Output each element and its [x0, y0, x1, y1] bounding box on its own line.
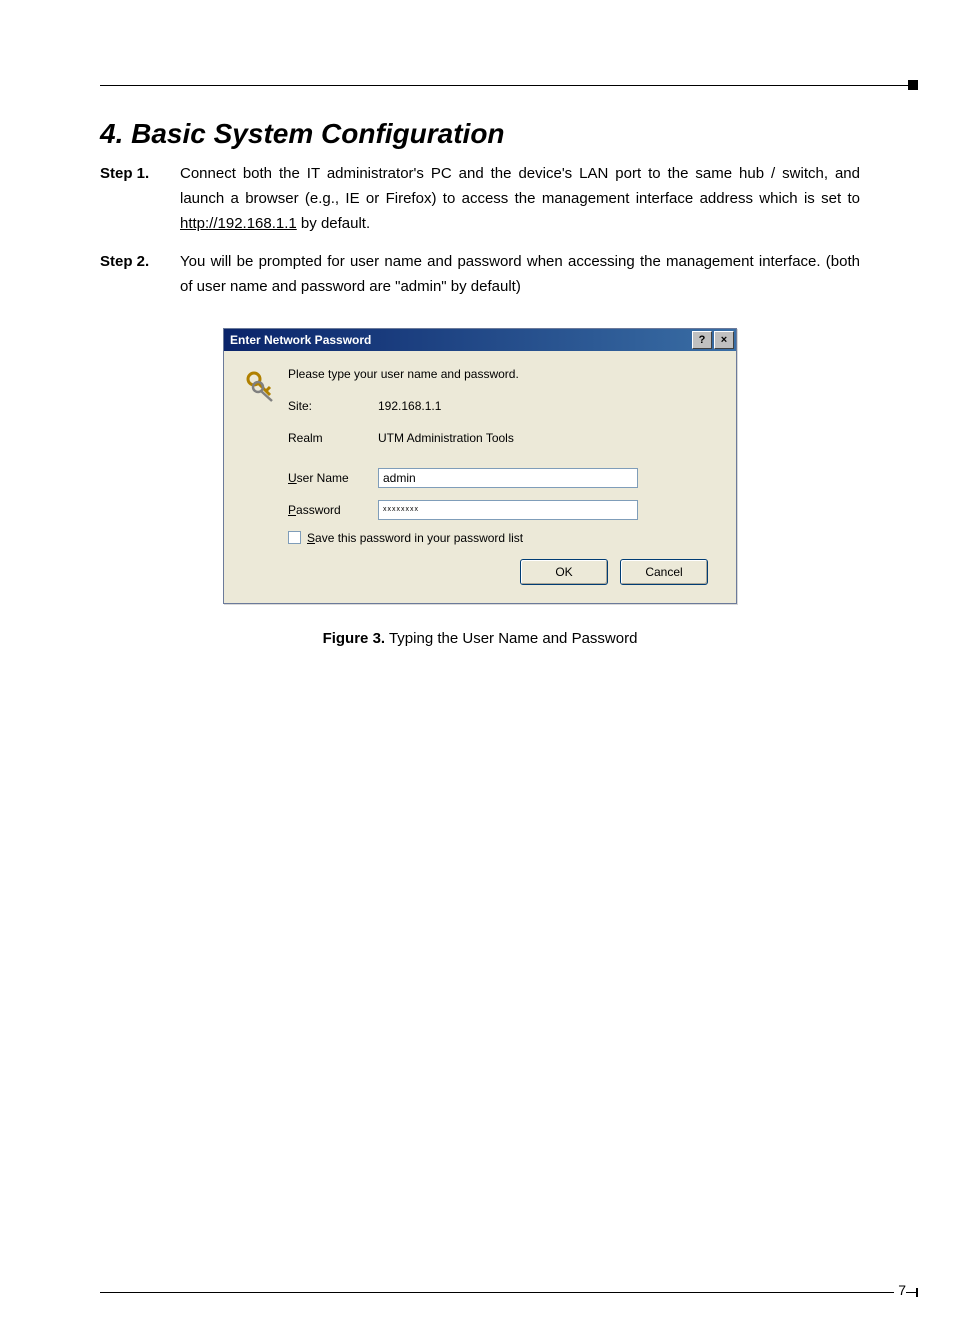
section-title: 4. Basic System Configuration [100, 118, 860, 150]
cancel-button[interactable]: Cancel [620, 559, 708, 585]
keys-icon [244, 367, 282, 406]
step-2-text: You will be prompted for user name and p… [180, 250, 860, 300]
figure-label: Figure 3. [323, 630, 386, 647]
titlebar-close-button[interactable]: × [714, 331, 734, 349]
dialog-titlebar: Enter Network Password ? × [224, 329, 736, 351]
titlebar-help-button[interactable]: ? [692, 331, 712, 349]
page-content: 4. Basic System Configuration Step 1. Co… [100, 118, 860, 647]
password-label: Password [288, 503, 378, 517]
management-url: http://192.168.1.1 [180, 215, 297, 232]
header-rule [100, 85, 918, 95]
step-1-text-after: by default. [297, 215, 370, 232]
header-end-marker [908, 80, 918, 90]
dialog-title: Enter Network Password [230, 333, 371, 347]
footer: 7 [100, 1292, 918, 1293]
save-password-checkbox[interactable] [288, 531, 301, 544]
save-password-label: Save this password in your password list [307, 531, 523, 545]
site-value: 192.168.1.1 [378, 399, 716, 413]
password-input[interactable]: xxxxxxxx [378, 500, 638, 520]
enter-network-password-dialog: Enter Network Password ? × [223, 328, 737, 604]
step-1: Step 1. Connect both the IT administrato… [100, 162, 860, 236]
footer-end-marker [916, 1288, 918, 1297]
username-input[interactable]: admin [378, 468, 638, 488]
figure-text: Typing the User Name and Password [385, 630, 637, 647]
username-label: User Name [288, 471, 378, 485]
realm-value: UTM Administration Tools [378, 431, 716, 445]
step-2: Step 2. You will be prompted for user na… [100, 250, 860, 300]
ok-button[interactable]: OK [520, 559, 608, 585]
realm-label: Realm [288, 431, 378, 445]
help-icon: ? [699, 334, 706, 346]
step-1-text: Connect both the IT administrator's PC a… [180, 162, 860, 236]
page-number: 7 [894, 1282, 906, 1298]
site-label: Site: [288, 399, 378, 413]
dialog-prompt: Please type your user name and password. [288, 367, 716, 381]
step-1-label: Step 1. [100, 162, 180, 236]
figure-caption: Figure 3. Typing the User Name and Passw… [100, 630, 860, 647]
close-icon: × [721, 334, 727, 346]
step-2-label: Step 2. [100, 250, 180, 300]
step-1-text-before: Connect both the IT administrator's PC a… [180, 165, 860, 207]
